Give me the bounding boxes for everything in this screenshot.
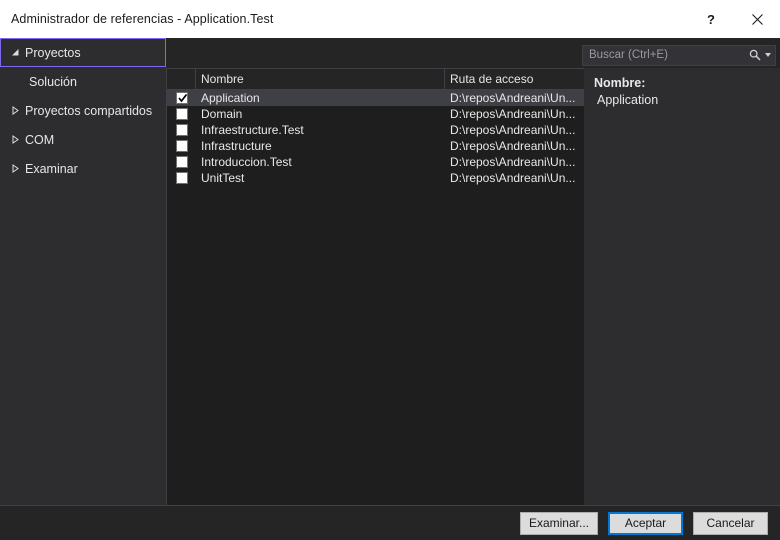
- projects-list-panel: Nombre Ruta de acceso Application D:\rep…: [166, 68, 584, 505]
- column-header-name[interactable]: Nombre: [196, 69, 445, 89]
- row-checkbox-cell[interactable]: [167, 140, 196, 152]
- detail-panel: Nombre: Application: [584, 68, 780, 505]
- chevron-down-icon[interactable]: [765, 53, 771, 57]
- triangle-down-icon: [7, 48, 23, 57]
- checkbox-unchecked-icon[interactable]: [175, 108, 188, 120]
- search-placeholder: Buscar (Ctrl+E): [589, 49, 668, 61]
- row-path: D:\repos\Andreani\Un...: [450, 139, 576, 153]
- cancel-button[interactable]: Cancelar: [693, 511, 768, 535]
- reference-manager-dialog: Administrador de referencias - Applicati…: [0, 0, 780, 540]
- sidebar-item-proyectos[interactable]: Proyectos: [0, 38, 166, 67]
- sidebar-item-label: Proyectos: [25, 45, 81, 60]
- row-checkbox-cell[interactable]: [167, 108, 196, 120]
- row-name: UnitTest: [201, 171, 245, 185]
- search-icon[interactable]: [749, 49, 761, 61]
- dialog-title: Administrador de referencias - Applicati…: [11, 12, 274, 26]
- column-header-checkbox[interactable]: [167, 69, 196, 89]
- list-body[interactable]: Application D:\repos\Andreani\Un... Doma…: [167, 90, 584, 505]
- row-checkbox-cell[interactable]: [167, 124, 196, 136]
- detail-name-value: Application: [597, 93, 659, 107]
- sidebar-item-label: Examinar: [25, 161, 78, 176]
- checkbox-unchecked-icon[interactable]: [175, 140, 188, 152]
- dialog-body: Proyectos Solución Proyectos compartidos…: [0, 38, 780, 505]
- triangle-right-icon: [7, 106, 23, 115]
- sidebar-item-label: Proyectos compartidos: [25, 103, 153, 118]
- table-row[interactable]: Application D:\repos\Andreani\Un...: [167, 90, 584, 106]
- close-icon: [751, 13, 763, 25]
- search-bar-row: Buscar (Ctrl+E): [166, 38, 780, 68]
- sidebar-item-proyectos-compartidos[interactable]: Proyectos compartidos: [0, 96, 166, 125]
- checkbox-unchecked-icon[interactable]: [175, 156, 188, 168]
- sidebar-item-examinar[interactable]: Examinar: [0, 154, 166, 183]
- window-controls: ?: [688, 0, 780, 38]
- row-name: Infraestructure.Test: [201, 123, 304, 137]
- row-path: D:\repos\Andreani\Un...: [450, 91, 576, 105]
- table-row[interactable]: Infrastructure D:\repos\Andreani\Un...: [167, 138, 584, 154]
- sidebar-item-label: COM: [25, 132, 55, 147]
- accept-button[interactable]: Aceptar: [608, 511, 683, 535]
- row-checkbox-cell[interactable]: [167, 156, 196, 168]
- question-mark-icon: ?: [707, 11, 715, 27]
- table-row[interactable]: Domain D:\repos\Andreani\Un...: [167, 106, 584, 122]
- row-checkbox-cell[interactable]: [167, 172, 196, 184]
- row-name: Introduccion.Test: [201, 155, 292, 169]
- checkbox-unchecked-icon[interactable]: [175, 172, 188, 184]
- sidebar-item-com[interactable]: COM: [0, 125, 166, 154]
- row-name: Domain: [201, 107, 243, 121]
- table-row[interactable]: Infraestructure.Test D:\repos\Andreani\U…: [167, 122, 584, 138]
- checkbox-checked-icon[interactable]: [175, 92, 188, 104]
- title-bar: Administrador de referencias - Applicati…: [0, 0, 780, 38]
- row-name: Application: [201, 91, 260, 105]
- row-path: D:\repos\Andreani\Un...: [450, 171, 576, 185]
- main-column: Buscar (Ctrl+E) Nombre Ruta de acceso Ap…: [166, 38, 780, 505]
- row-path: D:\repos\Andreani\Un...: [450, 155, 576, 169]
- category-sidebar: Proyectos Solución Proyectos compartidos…: [0, 38, 166, 505]
- triangle-right-icon: [7, 135, 23, 144]
- dialog-footer: Examinar... Aceptar Cancelar: [0, 505, 780, 540]
- detail-name-label: Nombre:: [594, 76, 646, 90]
- search-input[interactable]: Buscar (Ctrl+E): [582, 44, 776, 66]
- column-header-path[interactable]: Ruta de acceso: [445, 69, 584, 89]
- triangle-right-icon: [7, 164, 23, 173]
- table-row[interactable]: UnitTest D:\repos\Andreani\Un...: [167, 170, 584, 186]
- row-checkbox-cell[interactable]: [167, 92, 196, 104]
- row-name: Infrastructure: [201, 139, 272, 153]
- help-button[interactable]: ?: [688, 0, 734, 38]
- row-path: D:\repos\Andreani\Un...: [450, 107, 576, 121]
- sidebar-item-label: Solución: [29, 74, 77, 89]
- row-path: D:\repos\Andreani\Un...: [450, 123, 576, 137]
- browse-button[interactable]: Examinar...: [519, 511, 598, 535]
- table-row[interactable]: Introduccion.Test D:\repos\Andreani\Un..…: [167, 154, 584, 170]
- sidebar-item-solucion[interactable]: Solución: [0, 67, 166, 96]
- content-row: Nombre Ruta de acceso Application D:\rep…: [166, 68, 780, 505]
- close-button[interactable]: [734, 0, 780, 38]
- checkbox-unchecked-icon[interactable]: [175, 124, 188, 136]
- list-header: Nombre Ruta de acceso: [167, 69, 584, 90]
